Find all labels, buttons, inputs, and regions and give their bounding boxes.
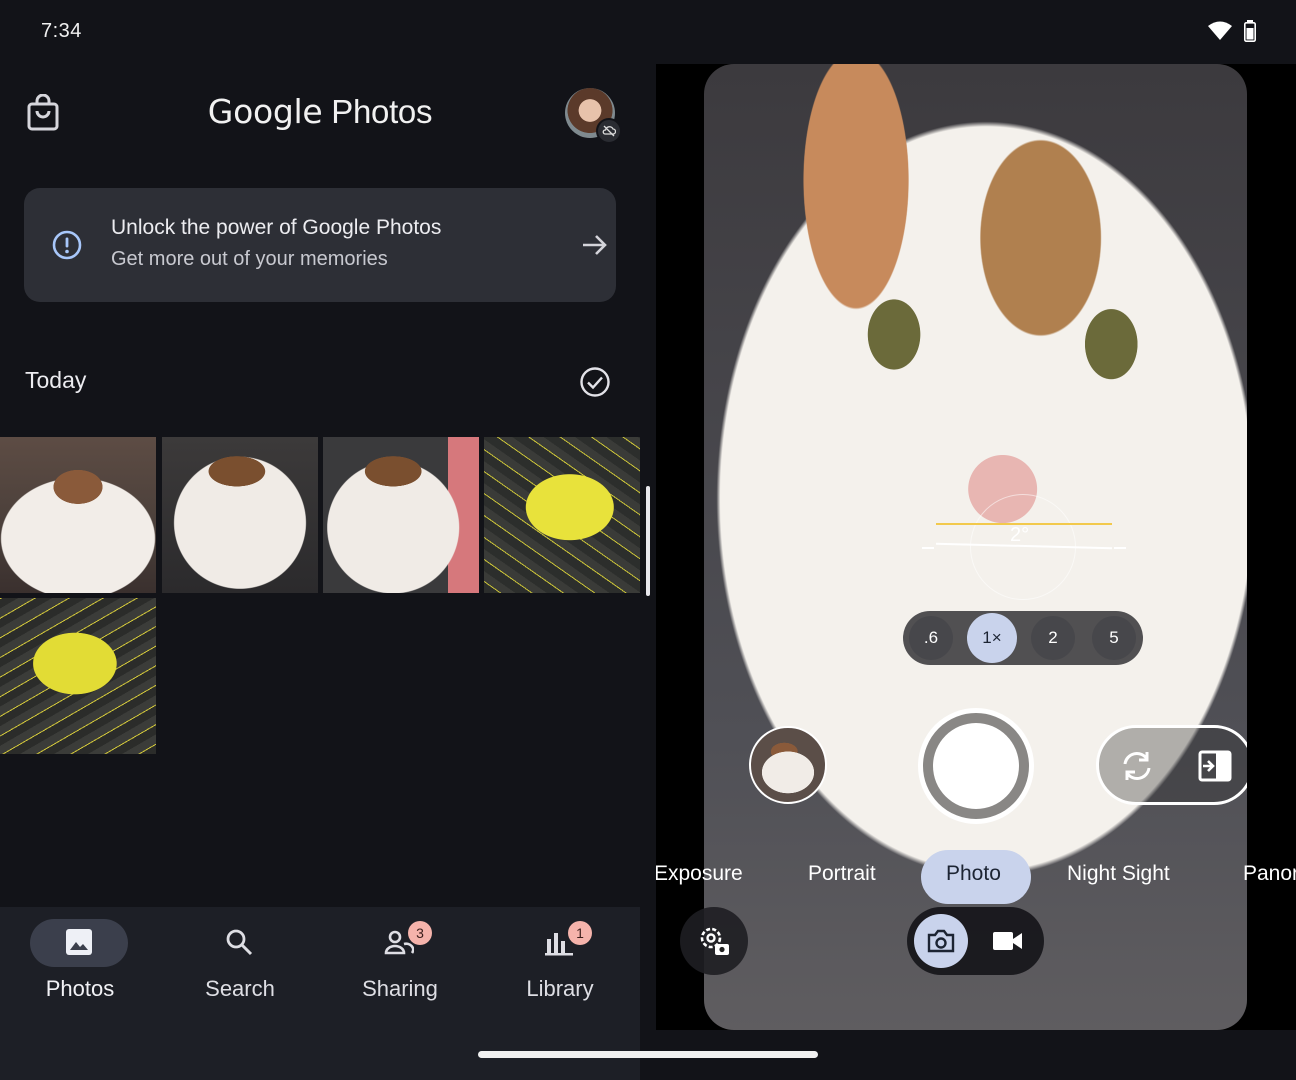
mode-photo[interactable]: Photo — [946, 862, 1001, 886]
search-icon — [226, 929, 253, 956]
check-circle-icon[interactable] — [579, 366, 611, 398]
camera-switch-group — [1096, 725, 1247, 805]
level-tick — [1114, 547, 1126, 549]
zoom-button[interactable]: 5 — [1092, 616, 1136, 660]
photo-thumbnail[interactable] — [0, 598, 156, 754]
mode-strip: Exposure Portrait Photo Night Sight Pano… — [656, 850, 1296, 904]
nav-label: Search — [205, 976, 275, 1001]
camera-switch-icon[interactable] — [1119, 748, 1155, 784]
photo-thumbnail[interactable] — [0, 437, 156, 593]
shutter-inner — [933, 723, 1019, 809]
status-icons — [1208, 20, 1256, 42]
mode-panorama[interactable]: Panor — [1243, 862, 1296, 886]
nav-label: Sharing — [362, 976, 438, 1001]
camera-settings-icon — [700, 927, 729, 955]
promo-title: Unlock the power of Google Photos — [111, 216, 442, 239]
level-tick — [922, 547, 934, 549]
nav-item-sharing[interactable]: 3 Sharing — [320, 907, 480, 1027]
nav-item-search[interactable]: Search — [160, 907, 320, 1027]
home-indicator[interactable] — [478, 1051, 818, 1058]
mode-exposure[interactable]: Exposure — [656, 862, 743, 886]
video-icon[interactable] — [989, 922, 1027, 960]
photo-icon — [66, 929, 92, 955]
scrollbar-handle[interactable] — [646, 486, 650, 596]
nav-item-photos[interactable]: Photos — [0, 907, 160, 1027]
arrow-right-icon — [583, 235, 607, 255]
photo-video-toggle — [907, 907, 1044, 975]
sharing-badge: 3 — [408, 921, 432, 945]
camera-settings-button[interactable] — [680, 907, 748, 975]
zoom-selector: .6 1× 2 5 — [903, 611, 1143, 665]
promo-subtitle: Get more out of your memories — [111, 248, 388, 270]
status-time: 7:34 — [41, 20, 82, 42]
photo-thumbnail[interactable] — [484, 437, 640, 593]
mode-night-sight[interactable]: Night Sight — [1067, 862, 1170, 886]
nav-label: Photos — [45, 976, 115, 1001]
nav-item-library[interactable]: 1 Library — [480, 907, 640, 1027]
last-photo-thumbnail[interactable] — [749, 726, 827, 804]
promo-card[interactable]: Unlock the power of Google Photos Get mo… — [24, 188, 616, 302]
zoom-button-active[interactable]: 1× — [967, 613, 1017, 663]
app-title: Google Photos — [0, 92, 640, 131]
level-angle: 2° — [1010, 524, 1030, 546]
photos-top-bar: Google Photos — [0, 64, 640, 168]
zoom-button[interactable]: 2 — [1031, 616, 1075, 660]
status-bar: 7:34 — [0, 0, 1296, 64]
app-title-google: Google — [207, 92, 323, 131]
photo-thumbnail[interactable] — [323, 437, 479, 593]
photos-pane: Google Photos Unlock the power of Google… — [0, 64, 650, 1080]
wifi-icon — [1208, 21, 1232, 40]
dual-screen-icon[interactable] — [1197, 748, 1233, 784]
battery-icon — [1244, 20, 1256, 42]
cloud-off-icon — [596, 118, 622, 144]
camera-pane: 2° .6 1× 2 5 Exposure Portrait Photo Nig… — [656, 64, 1296, 1030]
photo-thumbnail[interactable] — [162, 437, 318, 593]
section-title-today: Today — [25, 367, 87, 393]
info-icon — [52, 230, 82, 260]
mode-portrait[interactable]: Portrait — [808, 862, 876, 886]
zoom-button[interactable]: .6 — [909, 616, 953, 660]
nav-label: Library — [526, 976, 594, 1001]
app-title-photos: Photos — [331, 93, 433, 130]
library-badge: 1 — [568, 921, 592, 945]
shutter-button[interactable] — [918, 708, 1034, 824]
camera-mode-photo-button[interactable] — [914, 914, 968, 968]
camera-icon — [927, 929, 955, 953]
